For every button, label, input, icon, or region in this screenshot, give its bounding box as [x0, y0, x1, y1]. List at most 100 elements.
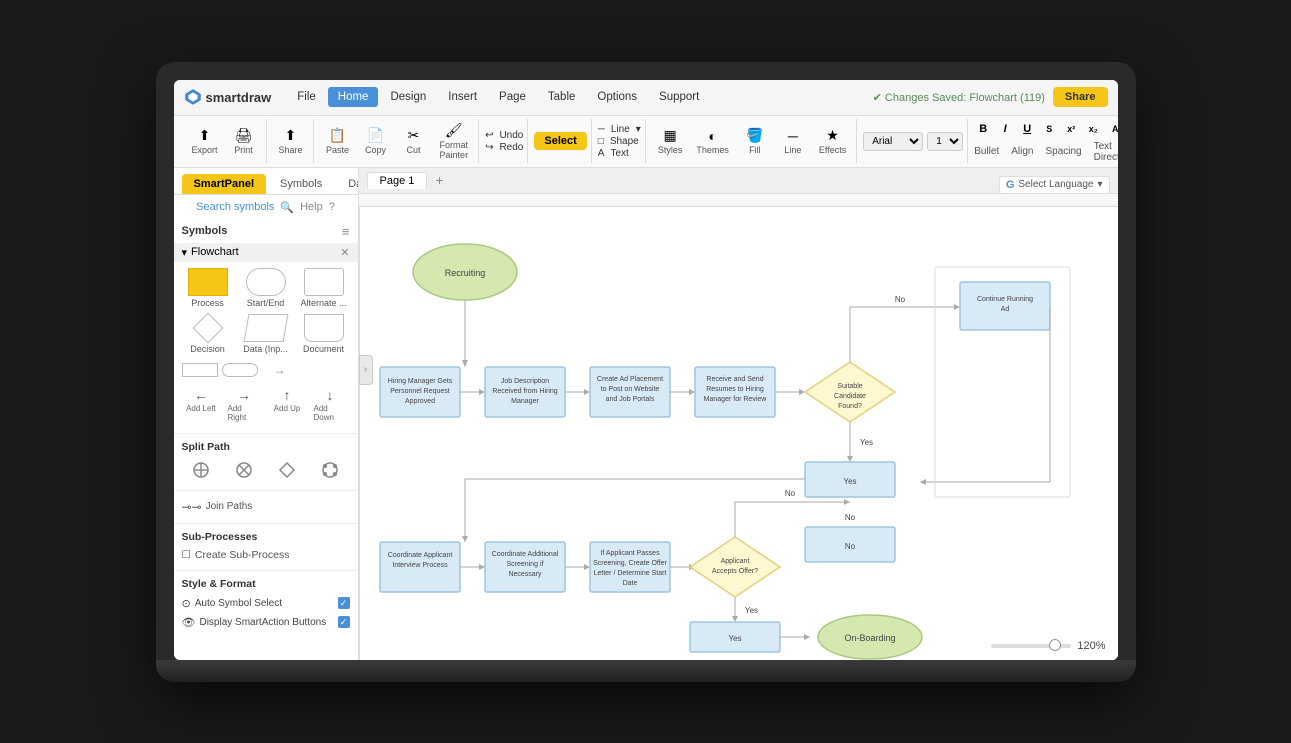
svg-text:Letter / Determine Start: Letter / Determine Start [593, 570, 666, 577]
flowchart-close-icon[interactable]: ✕ [340, 246, 349, 259]
line2-button[interactable]: ─ Line [775, 126, 811, 157]
language-selector[interactable]: G Select Language ▾ [999, 176, 1110, 194]
paste-button[interactable]: 📋 Paste [320, 125, 356, 157]
flowchart-svg: Recruiting Hiring Manager Gets Personnel… [360, 207, 1090, 660]
tab-smartpanel[interactable]: SmartPanel [182, 174, 267, 194]
add-left-button[interactable]: ← Add Left [182, 384, 221, 425]
canvas-area: Page 1 + G Select Language ▾ [359, 168, 1118, 660]
cut-button[interactable]: ✂ Cut [396, 125, 432, 157]
svg-text:Continue Running: Continue Running [976, 296, 1032, 303]
create-sub-process-item[interactable]: ☐ Create Sub-Process [182, 547, 350, 563]
italic-button[interactable]: I [996, 120, 1014, 138]
font-selector[interactable]: Arial [863, 132, 923, 151]
sidebar: SmartPanel Symbols Data ✕ Search symbols… [174, 168, 359, 660]
superscript-button[interactable]: x² [1062, 120, 1080, 138]
split-icon-3[interactable] [268, 459, 307, 481]
nav-file[interactable]: File [287, 87, 326, 107]
line-button[interactable]: ─Line▾ [598, 124, 641, 135]
svg-text:Necessary: Necessary [508, 571, 542, 578]
join-paths-label: Join Paths [206, 501, 253, 512]
add-up-button[interactable]: ↑ Add Up [268, 384, 307, 425]
split-icon-2[interactable] [225, 459, 264, 481]
add-page-button[interactable]: + [431, 172, 447, 188]
sidebar-toggle-button[interactable]: › [359, 355, 373, 385]
effects-button[interactable]: ★ Effects [813, 125, 852, 157]
canvas-scroll[interactable]: Recruiting Hiring Manager Gets Personnel… [359, 194, 1118, 660]
topbar: smartdraw File Home Design Insert Page T… [174, 80, 1118, 116]
themes-button[interactable]: ◐ Themes [690, 126, 735, 157]
nav-table[interactable]: Table [538, 87, 586, 107]
zoom-slider[interactable] [991, 644, 1071, 648]
undo-button[interactable]: ↩Undo [485, 130, 523, 141]
add-right-button[interactable]: → Add Right [225, 384, 264, 425]
svg-text:Manager: Manager [511, 398, 539, 405]
split-icon-4[interactable] [311, 459, 350, 481]
nav-support[interactable]: Support [649, 87, 709, 107]
format-row-1: B I U S x² x₂ A ◉ [974, 120, 1117, 138]
svg-text:Accepts Offer?: Accepts Offer? [711, 568, 757, 575]
svg-text:Recruiting: Recruiting [444, 268, 485, 278]
symbols-menu-icon[interactable]: ≡ [342, 224, 350, 239]
svg-text:No: No [784, 489, 795, 498]
canvas: Recruiting Hiring Manager Gets Personnel… [359, 206, 1118, 660]
subscript-button[interactable]: x₂ [1084, 120, 1102, 138]
export-button[interactable]: ⬆ Export [186, 125, 224, 157]
underline-button[interactable]: U [1018, 120, 1036, 138]
font-color-button[interactable]: A [1106, 120, 1117, 138]
select-button[interactable]: Select [534, 132, 586, 150]
data-input-label: Data (Inp... [243, 344, 288, 354]
split-icon-1[interactable] [182, 459, 221, 481]
nav-page[interactable]: Page [489, 87, 536, 107]
decision-shape [192, 312, 223, 343]
print-button[interactable]: 🖨 Print [226, 125, 262, 157]
sub-processes-title: Sub-Processes [182, 531, 350, 543]
display-smartaction-checkbox[interactable]: ✓ [338, 616, 350, 628]
help-link[interactable]: Help [300, 201, 323, 213]
spacing-label: Spacing [1045, 146, 1081, 157]
connector-shapes: → [174, 360, 358, 380]
svg-text:Found?: Found? [838, 403, 862, 410]
nav-design[interactable]: Design [380, 87, 436, 107]
shape-button[interactable]: □Shape [598, 136, 641, 147]
bold-button[interactable]: B [974, 120, 992, 138]
strikethrough-button[interactable]: S [1040, 120, 1058, 138]
fill-button[interactable]: 🪣 Fill [737, 125, 773, 157]
toolbar-select-group: Select [530, 119, 591, 163]
symbol-alternate[interactable]: Alternate ... [298, 268, 350, 308]
svg-text:Create Ad Placement: Create Ad Placement [596, 376, 662, 383]
tab-symbols[interactable]: Symbols [268, 174, 334, 194]
svg-text:Date: Date [622, 580, 637, 587]
add-down-button[interactable]: ↓ Add Down [311, 384, 350, 425]
redo-button[interactable]: ↪Redo [485, 142, 523, 153]
copy-button[interactable]: 📄 Copy [358, 125, 394, 157]
svg-text:Approved: Approved [405, 398, 435, 405]
share-button[interactable]: Share [1053, 87, 1108, 107]
toolbar-share-group: ⬆ Share [269, 119, 314, 163]
format-row-2: Bullet Align Spacing Text Direction [974, 141, 1117, 163]
nav-options[interactable]: Options [587, 87, 647, 107]
page-1-tab[interactable]: Page 1 [367, 172, 428, 189]
font-size-selector[interactable]: 10 [927, 132, 963, 151]
expand-icon[interactable]: ▾ [182, 246, 188, 259]
nav-insert[interactable]: Insert [438, 87, 487, 107]
svg-text:and Job Portals: and Job Portals [605, 396, 654, 403]
svg-text:Screening if: Screening if [506, 561, 543, 568]
flowchart-label: Flowchart [191, 246, 239, 258]
connector-arrow-1: → [262, 363, 298, 377]
laptop-screen: smartdraw File Home Design Insert Page T… [174, 80, 1118, 660]
text-button[interactable]: AText [598, 148, 641, 159]
symbol-process[interactable]: Process [182, 268, 234, 308]
tab-data[interactable]: Data [336, 174, 358, 194]
search-symbols-link[interactable]: Search symbols [196, 201, 274, 213]
zoom-thumb[interactable] [1049, 639, 1061, 651]
auto-symbol-checkbox[interactable]: ✓ [338, 597, 350, 609]
symbol-data-input[interactable]: Data (Inp... [240, 314, 292, 354]
symbol-startend[interactable]: Start/End [240, 268, 292, 308]
format-painter-button[interactable]: 🖌 Format Painter [434, 120, 475, 162]
symbol-decision[interactable]: Decision [182, 314, 234, 354]
styles-button[interactable]: ▦ Styles [652, 125, 689, 157]
changes-saved: ✔ Changes Saved: Flowchart (119) [873, 91, 1045, 104]
nav-home[interactable]: Home [328, 87, 379, 107]
share-toolbar-button[interactable]: ⬆ Share [273, 125, 309, 157]
symbol-document[interactable]: Document [298, 314, 350, 354]
